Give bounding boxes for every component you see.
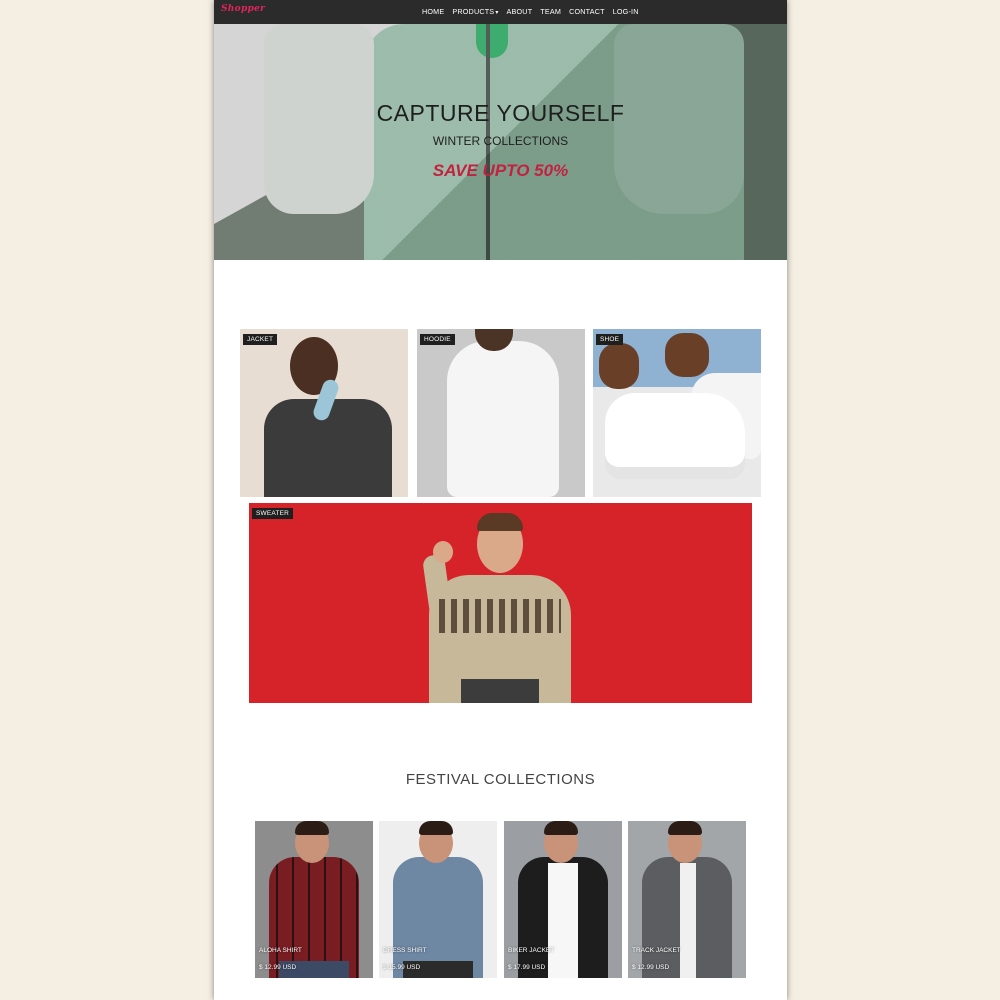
hero-sale-text: SAVE UPTO 50% (432, 161, 569, 180)
hoodie-model-body (447, 341, 559, 497)
nav-team[interactable]: TEAM (540, 7, 561, 16)
page-container: Shopper HOME PRODUCTS▾ ABOUT TEAM CONTAC… (214, 0, 787, 1000)
product-price: $ 12.99 USD (259, 964, 297, 971)
product-model-body (269, 857, 359, 978)
category-card-shoe[interactable]: SHOE (593, 329, 761, 497)
product-price: $ 17.99 USD (508, 964, 546, 971)
product-card-dress-shirt[interactable]: DRESS SHIRT $ 15.99 USD (379, 821, 497, 978)
category-tag: SHOE (596, 334, 624, 345)
product-model-shirt (548, 863, 578, 978)
product-model-body (393, 857, 483, 978)
category-card-sweater[interactable]: SWEATER (249, 503, 752, 703)
hero-banner: CAPTURE YOURSELF WINTER COLLECTIONS SAVE… (214, 24, 787, 260)
product-model-hair (668, 821, 702, 835)
category-tag: JACKET (243, 334, 278, 345)
sweater-model-hand (433, 541, 453, 563)
nav-about[interactable]: ABOUT (507, 7, 533, 16)
navbar: Shopper HOME PRODUCTS▾ ABOUT TEAM CONTAC… (214, 0, 787, 24)
hero-subtitle: WINTER COLLECTIONS (432, 134, 569, 148)
sweater-model-hair (477, 513, 523, 531)
shoe-hand (599, 343, 639, 389)
sweater-model-pants (461, 679, 539, 703)
product-card-track-jacket[interactable]: TRACK JACKET $ 12.99 USD (628, 821, 746, 978)
nav-links: HOME PRODUCTS▾ ABOUT TEAM CONTACT LOG-IN (422, 7, 639, 16)
chevron-down-icon: ▾ (495, 10, 499, 16)
product-price: $ 12.99 USD (632, 964, 670, 971)
product-name: DRESS SHIRT (383, 947, 427, 954)
nav-products[interactable]: PRODUCTS▾ (452, 7, 498, 16)
shoe-hand (665, 333, 709, 377)
product-price: $ 15.99 USD (383, 964, 421, 971)
nav-home[interactable]: HOME (422, 7, 444, 16)
product-model-hair (544, 821, 578, 835)
shoe-image (605, 393, 745, 479)
sweater-pattern (439, 599, 561, 633)
nav-products-label: PRODUCTS (452, 7, 495, 16)
product-card-biker-jacket[interactable]: BIKER JACKET $ 17.99 USD (504, 821, 622, 978)
product-card-aloha-shirt[interactable]: ALOHA SHIRT $ 12.99 USD (255, 821, 373, 978)
nav-login[interactable]: LOG-IN (613, 7, 639, 16)
category-tag: HOODIE (420, 334, 455, 345)
brand-logo[interactable]: Shopper (221, 4, 265, 14)
product-model-hair (419, 821, 453, 835)
product-name: ALOHA SHIRT (259, 947, 302, 954)
category-card-jacket[interactable]: JACKET (240, 329, 408, 497)
hero-title: CAPTURE YOURSELF (376, 100, 625, 126)
product-model-hair (295, 821, 329, 835)
product-name: BIKER JACKET (508, 947, 555, 954)
nav-contact[interactable]: CONTACT (569, 7, 605, 16)
festival-title: FESTIVAL COLLECTIONS (405, 771, 596, 788)
product-model-shirt (680, 863, 696, 978)
product-name: TRACK JACKET (632, 947, 681, 954)
category-card-hoodie[interactable]: HOODIE (417, 329, 585, 497)
category-tag: SWEATER (252, 508, 294, 519)
